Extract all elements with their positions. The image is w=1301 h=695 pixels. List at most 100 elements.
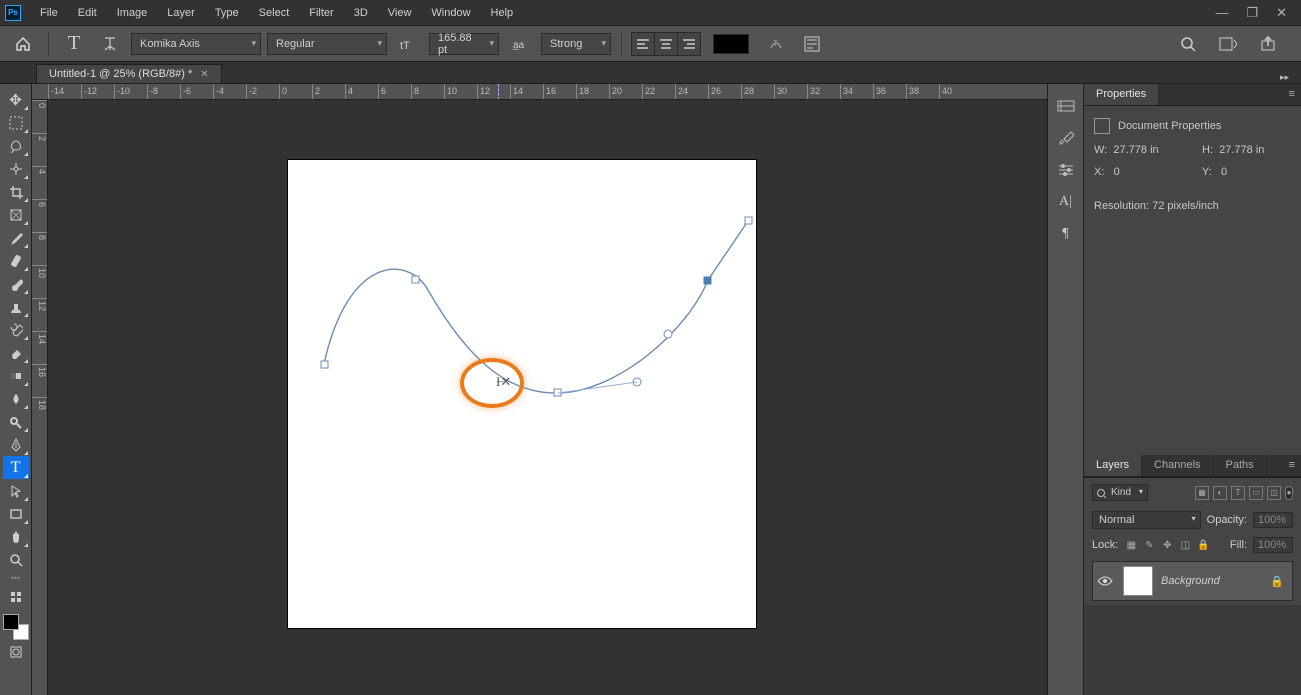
vertical-ruler[interactable]: 02 46 810 1214 1618 xyxy=(32,100,48,695)
layer-visibility-icon[interactable] xyxy=(1097,575,1115,587)
dodge-tool[interactable] xyxy=(3,410,29,433)
layer-filter-kind-dropdown[interactable]: Kind xyxy=(1092,484,1148,501)
frame-tool[interactable] xyxy=(3,203,29,226)
align-right-button[interactable] xyxy=(677,32,701,56)
type-tool[interactable]: T xyxy=(3,456,29,479)
zoom-tool[interactable] xyxy=(3,548,29,571)
text-orientation-button[interactable] xyxy=(95,30,125,58)
lock-pixels-icon[interactable]: ▦ xyxy=(1124,538,1138,552)
text-color-swatch[interactable] xyxy=(713,34,749,54)
pen-tool[interactable] xyxy=(3,433,29,456)
menu-window[interactable]: Window xyxy=(421,2,480,23)
lock-position-icon[interactable]: ✎ xyxy=(1142,538,1156,552)
filter-adjust-icon[interactable]: ◐ xyxy=(1213,486,1227,500)
move-tool[interactable]: ✥ xyxy=(3,88,29,111)
path-select-tool[interactable] xyxy=(3,479,29,502)
menu-file[interactable]: File xyxy=(30,2,68,23)
menu-3d[interactable]: 3D xyxy=(344,2,378,23)
gradient-tool[interactable] xyxy=(3,364,29,387)
eyedropper-tool[interactable] xyxy=(3,226,29,249)
filter-pixel-icon[interactable]: ▦ xyxy=(1195,486,1209,500)
history-brush-tool[interactable] xyxy=(3,318,29,341)
strip-brushes-icon[interactable] xyxy=(1054,128,1078,148)
close-icon[interactable]: ✕ xyxy=(1276,5,1287,21)
filter-toggle-switch[interactable]: ● xyxy=(1285,486,1293,500)
document-tab[interactable]: Untitled-1 @ 25% (RGB/8#) * ✕ xyxy=(36,64,222,83)
eraser-tool[interactable] xyxy=(3,341,29,364)
canvas-viewport[interactable]: I̶✕ xyxy=(48,100,1047,695)
horizontal-ruler[interactable]: -14-12 -10-8 -6-4 -20 24 68 1012 1416 18… xyxy=(32,84,1047,100)
healing-tool[interactable] xyxy=(3,249,29,272)
clone-stamp-tool[interactable] xyxy=(3,295,29,318)
channels-tab[interactable]: Channels xyxy=(1142,455,1213,476)
character-panel-button[interactable] xyxy=(797,30,827,58)
lock-label: Lock: xyxy=(1092,539,1118,551)
properties-panel-menu-icon[interactable]: ≡ xyxy=(1283,84,1301,105)
doctabs-collapse-icon[interactable]: ▸▸ xyxy=(1280,72,1301,83)
edit-toolbar-button[interactable] xyxy=(3,585,29,608)
menu-select[interactable]: Select xyxy=(249,2,300,23)
menu-edit[interactable]: Edit xyxy=(68,2,107,23)
font-size-dropdown[interactable]: 165.88 pt xyxy=(429,33,499,55)
layer-locked-icon[interactable]: 🔒 xyxy=(1270,575,1288,588)
layers-panel-menu-icon[interactable]: ≡ xyxy=(1283,455,1301,476)
fill-field[interactable]: 100% xyxy=(1253,537,1293,553)
opacity-field[interactable]: 100% xyxy=(1253,512,1293,528)
resolution-label: Resolution: 72 pixels/inch xyxy=(1094,200,1219,212)
filter-type-icon[interactable]: T xyxy=(1231,486,1245,500)
filter-smart-icon[interactable]: ◫ xyxy=(1267,486,1281,500)
layer-thumbnail[interactable] xyxy=(1123,566,1153,596)
share-button[interactable] xyxy=(1253,30,1283,58)
menu-help[interactable]: Help xyxy=(481,2,524,23)
minimize-icon[interactable]: — xyxy=(1215,5,1228,21)
search-button[interactable] xyxy=(1173,30,1203,58)
quick-select-tool[interactable] xyxy=(3,157,29,180)
frame-tool-button[interactable] xyxy=(1213,30,1243,58)
quick-mask-button[interactable] xyxy=(3,640,29,663)
hand-tool[interactable] xyxy=(3,525,29,548)
lock-move-icon[interactable]: ✥ xyxy=(1160,538,1174,552)
lock-artboard-icon[interactable]: ◫ xyxy=(1178,538,1192,552)
document-tab-close-icon[interactable]: ✕ xyxy=(200,69,208,80)
blur-tool[interactable] xyxy=(3,387,29,410)
fill-label: Fill: xyxy=(1230,539,1247,551)
lock-all-icon[interactable]: 🔒 xyxy=(1196,538,1210,552)
annotation-highlight-circle xyxy=(460,358,524,408)
layer-name-label[interactable]: Background xyxy=(1161,575,1220,587)
strip-character-icon[interactable]: A| xyxy=(1054,192,1078,212)
rectangle-tool[interactable] xyxy=(3,502,29,525)
properties-tab[interactable]: Properties xyxy=(1084,84,1159,105)
menu-type[interactable]: Type xyxy=(205,2,249,23)
home-button[interactable] xyxy=(8,30,38,58)
lasso-tool[interactable] xyxy=(3,134,29,157)
blend-mode-dropdown[interactable]: Normal xyxy=(1092,511,1201,529)
layers-tab[interactable]: Layers xyxy=(1084,455,1142,476)
restore-icon[interactable]: ❐ xyxy=(1246,5,1258,21)
type-tool-icon[interactable]: T xyxy=(59,30,89,58)
marquee-tool[interactable] xyxy=(3,111,29,134)
svg-text:a̲a: a̲a xyxy=(513,40,525,51)
menu-filter[interactable]: Filter xyxy=(299,2,343,23)
strip-history-icon[interactable] xyxy=(1054,96,1078,116)
paths-tab[interactable]: Paths xyxy=(1214,455,1267,476)
strip-adjustments-icon[interactable] xyxy=(1054,160,1078,180)
align-center-button[interactable] xyxy=(654,32,678,56)
menu-image[interactable]: Image xyxy=(107,2,158,23)
warp-text-button[interactable]: T xyxy=(761,30,791,58)
font-style-dropdown[interactable]: Regular xyxy=(267,33,387,55)
work-path[interactable] xyxy=(48,100,1047,695)
align-left-button[interactable] xyxy=(631,32,655,56)
opacity-label: Opacity: xyxy=(1207,514,1247,526)
layer-item-background[interactable]: Background 🔒 xyxy=(1092,561,1293,601)
fg-color-swatch[interactable] xyxy=(3,614,19,630)
antialias-dropdown[interactable]: Strong xyxy=(541,33,611,55)
menu-layer[interactable]: Layer xyxy=(157,2,205,23)
filter-shape-icon[interactable]: ▭ xyxy=(1249,486,1263,500)
menu-view[interactable]: View xyxy=(378,2,422,23)
crop-tool[interactable] xyxy=(3,180,29,203)
font-family-dropdown[interactable]: Komika Axis xyxy=(131,33,261,55)
brush-tool[interactable] xyxy=(3,272,29,295)
ruler-cursor-marker xyxy=(498,84,499,100)
fg-bg-color[interactable] xyxy=(3,614,29,640)
strip-paragraph-icon[interactable]: ¶ xyxy=(1054,224,1078,244)
